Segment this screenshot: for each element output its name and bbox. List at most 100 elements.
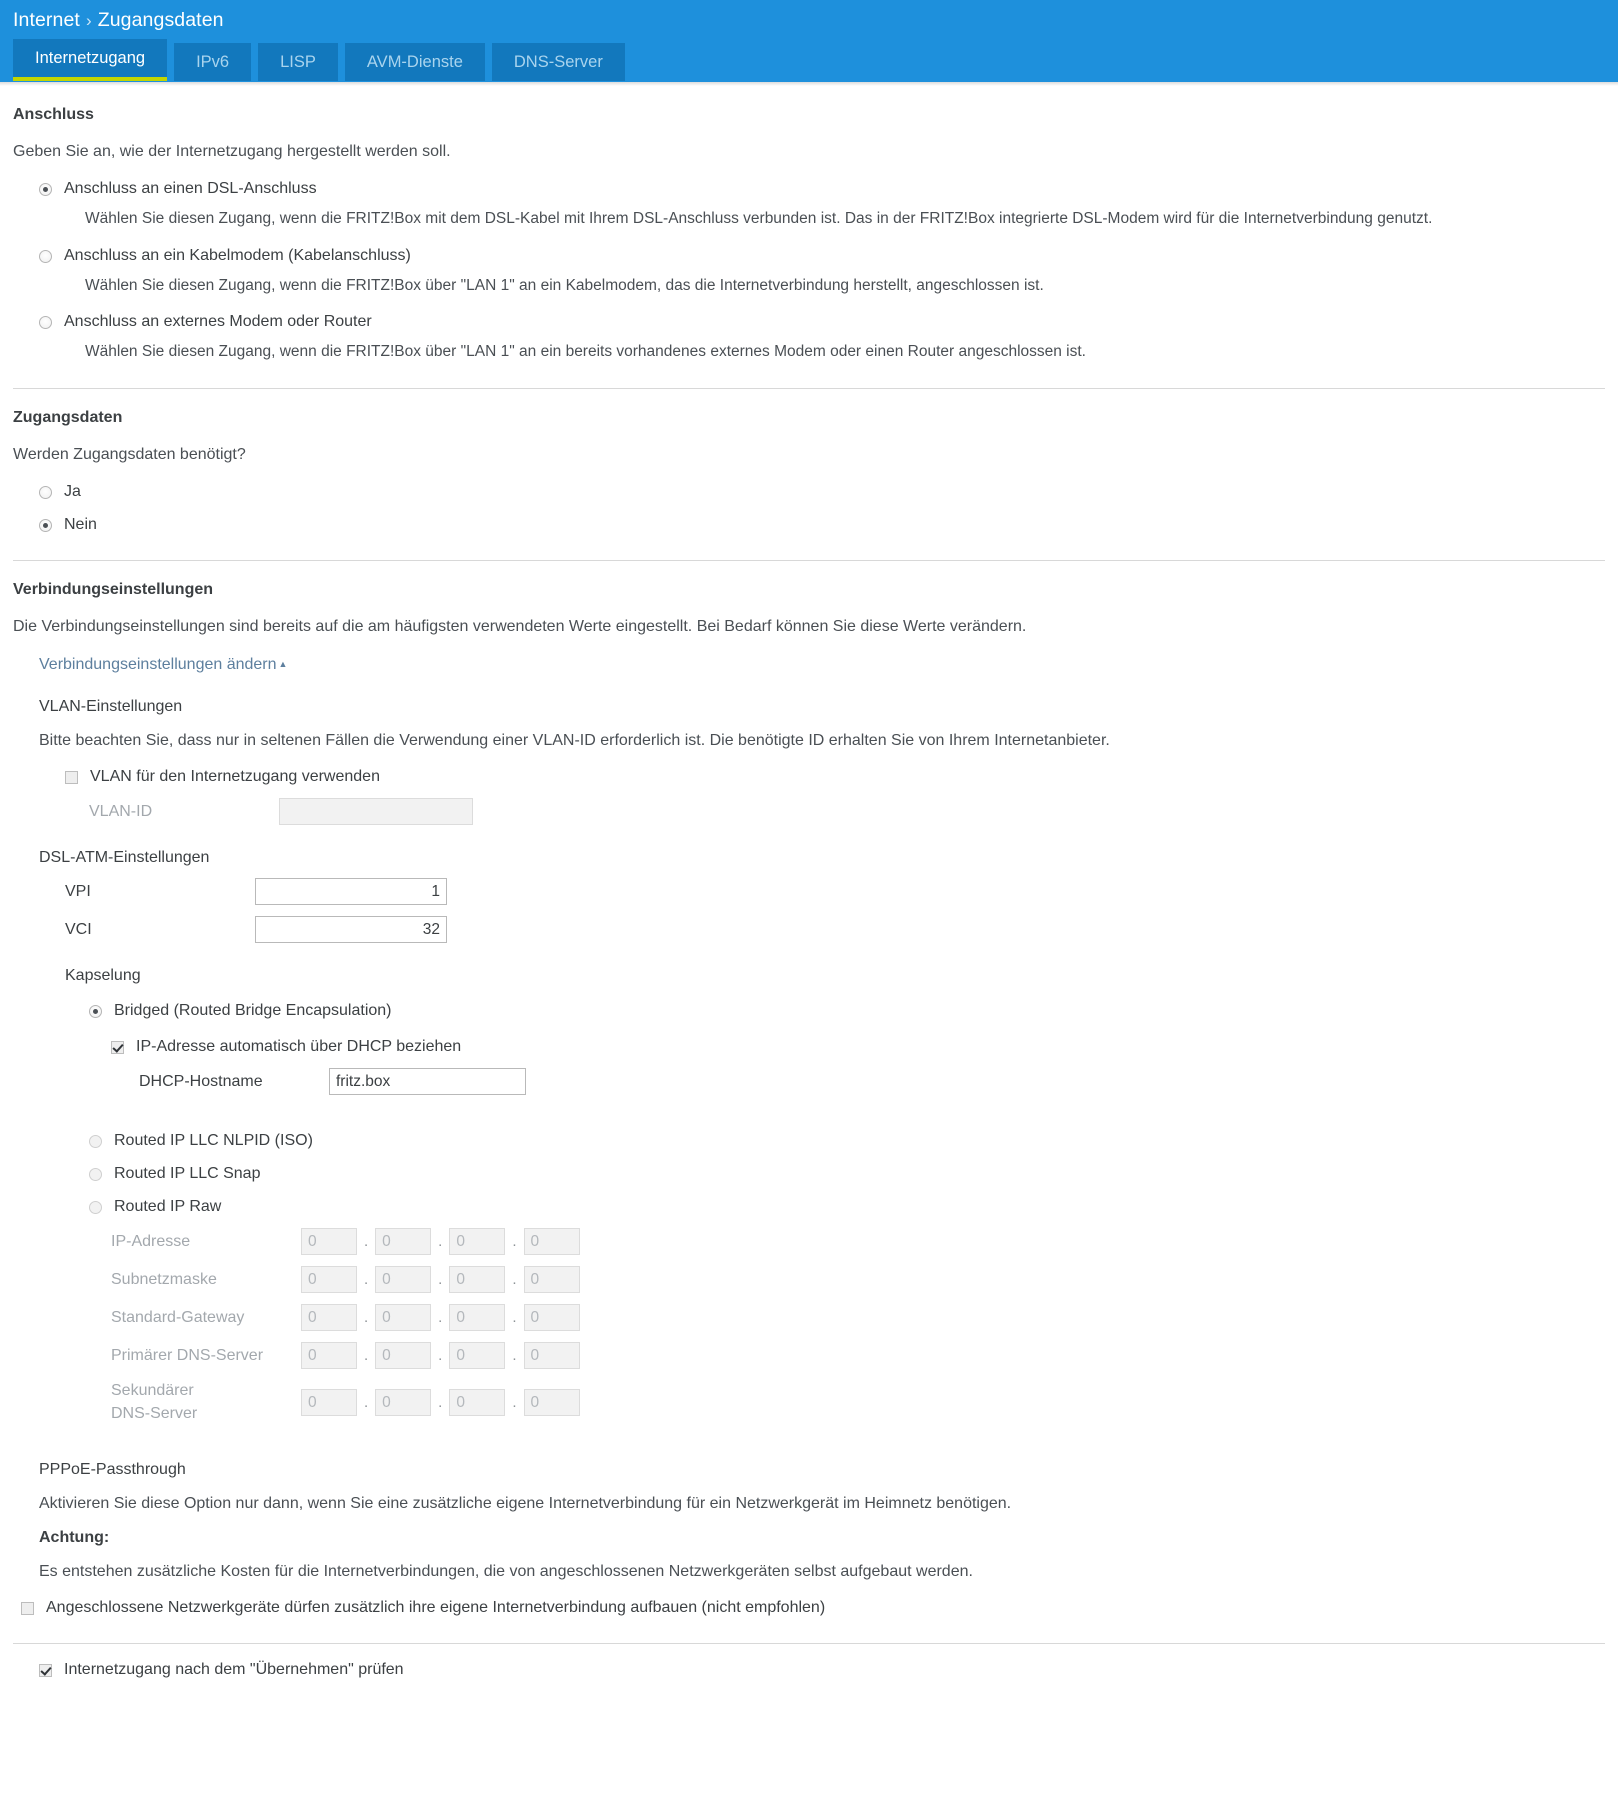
primaerer-dns-label: Primärer DNS-Server	[111, 1346, 264, 1364]
sekundaerer-dns-octet-3[interactable]	[449, 1389, 506, 1417]
octet-separator: .	[512, 1271, 517, 1289]
sekundaerer-dns-label: Sekundärer DNS-Server	[111, 1382, 198, 1422]
radio-kabelmodem-icon[interactable]	[39, 249, 52, 263]
atm-title: DSL-ATM-Einstellungen	[39, 849, 210, 867]
dhcp-auto-label[interactable]: IP-Adresse automatisch über DHCP beziehe…	[136, 1037, 461, 1057]
standard-gateway-octet-4[interactable]	[523, 1304, 580, 1332]
dhcp-auto-checkbox-row[interactable]: IP-Adresse automatisch über DHCP beziehe…	[111, 1037, 1605, 1057]
breadcrumb-root[interactable]: Internet	[13, 9, 80, 31]
radio-externes-modem-icon[interactable]	[39, 316, 52, 330]
kapselung-option-llc-snap[interactable]: Routed IP LLC Snap	[89, 1164, 1605, 1184]
standard-gateway-row: Standard-Gateway . . .	[111, 1304, 1605, 1332]
primaerer-dns-row: Primärer DNS-Server . . .	[111, 1342, 1605, 1370]
dhcp-hostname-input[interactable]	[329, 1068, 526, 1096]
sekundaerer-dns-octet-1[interactable]	[301, 1389, 357, 1417]
kapselung-option-bridged[interactable]: Bridged (Routed Bridge Encapsulation)	[89, 1001, 1605, 1021]
tab-dns-server[interactable]: DNS-Server	[491, 43, 625, 81]
octet-separator: .	[438, 1394, 443, 1412]
divider-footer	[13, 1643, 1605, 1645]
pppoe-note: Aktivieren Sie diese Option nur dann, we…	[39, 1494, 1012, 1512]
subnetzmaske-octet-1[interactable]	[301, 1266, 357, 1294]
tab-ipv6[interactable]: IPv6	[174, 43, 252, 81]
vlan-use-label[interactable]: VLAN für den Internetzugang verwenden	[90, 767, 380, 787]
ip-adresse-octet-3[interactable]	[449, 1228, 506, 1256]
sekundaerer-dns-octet-4[interactable]	[523, 1389, 580, 1417]
octet-separator: .	[364, 1271, 369, 1289]
pppoe-checkbox-label[interactable]: Angeschlossene Netzwerkgeräte dürfen zus…	[46, 1598, 825, 1618]
pppoe-checkbox-row[interactable]: Angeschlossene Netzwerkgeräte dürfen zus…	[21, 1598, 1605, 1618]
primaerer-dns-octet-3[interactable]	[449, 1342, 506, 1370]
radio-ip-raw-icon[interactable]	[89, 1201, 102, 1215]
checkbox-dhcp-auto-icon[interactable]	[111, 1041, 124, 1055]
radio-bridged-icon[interactable]	[89, 1005, 102, 1019]
radio-llc-snap-icon[interactable]	[89, 1168, 102, 1182]
footer-check-label[interactable]: Internetzugang nach dem "Übernehmen" prü…	[64, 1660, 404, 1680]
radio-nein-icon[interactable]	[39, 518, 52, 532]
sekundaerer-dns-octet-2[interactable]	[375, 1389, 432, 1417]
anschluss-option-kabelmodem[interactable]: Anschluss an ein Kabelmodem (Kabelanschl…	[39, 246, 1605, 266]
standard-gateway-octet-1[interactable]	[301, 1304, 357, 1332]
vpi-input[interactable]	[255, 878, 447, 906]
subnetzmaske-octet-3[interactable]	[449, 1266, 506, 1294]
verbindungseinstellungen-toggle-link[interactable]: Verbindungseinstellungen ändern ▲	[39, 656, 287, 674]
vlan-id-label: VLAN-ID	[89, 802, 153, 820]
anschluss-option-dsl-label[interactable]: Anschluss an einen DSL-Anschluss	[64, 179, 317, 199]
vpi-label: VPI	[65, 882, 91, 900]
anschluss-options: Anschluss an einen DSL-Anschluss Wählen …	[39, 179, 1605, 364]
verbindungseinstellungen-intro: Die Verbindungseinstellungen sind bereit…	[13, 617, 1027, 635]
chevron-up-icon: ▲	[278, 658, 288, 669]
ip-adresse-octet-4[interactable]	[523, 1228, 580, 1256]
vlan-use-checkbox-row[interactable]: VLAN für den Internetzugang verwenden	[65, 767, 1605, 787]
zugangsdaten-option-nein-label[interactable]: Nein	[64, 515, 97, 535]
kapselung-option-llc-nlpid-label[interactable]: Routed IP LLC NLPID (ISO)	[114, 1131, 313, 1151]
octet-separator: .	[364, 1347, 369, 1365]
kapselung-option-llc-snap-label[interactable]: Routed IP LLC Snap	[114, 1164, 260, 1184]
standard-gateway-label: Standard-Gateway	[111, 1308, 245, 1326]
tab-avm-dienste[interactable]: AVM-Dienste	[344, 43, 485, 81]
checkbox-pppoe-icon[interactable]	[21, 1602, 34, 1616]
verbindungseinstellungen-section-title: Verbindungseinstellungen	[13, 580, 214, 598]
ip-adresse-octet-2[interactable]	[375, 1228, 432, 1256]
subnetzmaske-octet-2[interactable]	[375, 1266, 432, 1294]
vlan-id-input[interactable]	[279, 798, 473, 826]
anschluss-option-kabelmodem-label[interactable]: Anschluss an ein Kabelmodem (Kabelanschl…	[64, 246, 411, 266]
vlan-block: VLAN-Einstellungen Bitte beachten Sie, d…	[21, 698, 1605, 1619]
ip-adresse-octet-1[interactable]	[301, 1228, 357, 1256]
zugangsdaten-section-title: Zugangsdaten	[13, 409, 123, 427]
tab-lisp[interactable]: LISP	[258, 43, 338, 81]
zugangsdaten-option-ja-label[interactable]: Ja	[64, 482, 81, 502]
dhcp-hostname-label: DHCP-Hostname	[139, 1072, 263, 1090]
kapselung-option-ip-raw-label[interactable]: Routed IP Raw	[114, 1197, 221, 1217]
radio-dsl-icon[interactable]	[39, 182, 52, 196]
pppoe-warning-title: Achtung:	[39, 1528, 110, 1546]
octet-separator: .	[438, 1347, 443, 1365]
radio-ja-icon[interactable]	[39, 485, 52, 499]
primaerer-dns-octet-2[interactable]	[375, 1342, 432, 1370]
anschluss-option-externes-modem-label[interactable]: Anschluss an externes Modem oder Router	[64, 312, 372, 332]
tab-internetzugang[interactable]: Internetzugang	[13, 39, 168, 81]
breadcrumb: Internet › Zugangsdaten	[0, 0, 1618, 32]
checkbox-internetzugang-pruefen-icon[interactable]	[39, 1664, 52, 1678]
kapselung-option-llc-nlpid[interactable]: Routed IP LLC NLPID (ISO)	[89, 1131, 1605, 1151]
anschluss-option-externes-modem[interactable]: Anschluss an externes Modem oder Router	[39, 312, 1605, 332]
primaerer-dns-octet-4[interactable]	[523, 1342, 580, 1370]
subnetzmaske-octet-4[interactable]	[523, 1266, 580, 1294]
vci-input[interactable]	[255, 916, 447, 944]
anschluss-option-dsl-description: Wählen Sie diesen Zugang, wenn die FRITZ…	[85, 209, 1433, 227]
anschluss-option-dsl[interactable]: Anschluss an einen DSL-Anschluss	[39, 179, 1605, 199]
sekundaerer-dns-row: Sekundärer DNS-Server . . .	[111, 1380, 1605, 1425]
pppoe-title: PPPoE-Passthrough	[39, 1460, 186, 1478]
zugangsdaten-option-nein[interactable]: Nein	[39, 515, 1605, 535]
kapselung-option-ip-raw[interactable]: Routed IP Raw	[89, 1197, 1605, 1217]
primaerer-dns-octets: . . .	[301, 1342, 580, 1370]
tab-bar: Internetzugang IPv6 LISP AVM-Dienste DNS…	[0, 39, 1618, 81]
zugangsdaten-option-ja[interactable]: Ja	[39, 482, 1605, 502]
kapselung-option-bridged-label[interactable]: Bridged (Routed Bridge Encapsulation)	[114, 1001, 392, 1021]
standard-gateway-octet-2[interactable]	[375, 1304, 432, 1332]
zugangsdaten-question: Werden Zugangsdaten benötigt?	[13, 446, 246, 464]
footer-check-row[interactable]: Internetzugang nach dem "Übernehmen" prü…	[39, 1660, 1605, 1680]
radio-llc-nlpid-icon[interactable]	[89, 1135, 102, 1149]
primaerer-dns-octet-1[interactable]	[301, 1342, 357, 1370]
standard-gateway-octet-3[interactable]	[449, 1304, 506, 1332]
checkbox-vlan-use-icon[interactable]	[65, 771, 78, 785]
